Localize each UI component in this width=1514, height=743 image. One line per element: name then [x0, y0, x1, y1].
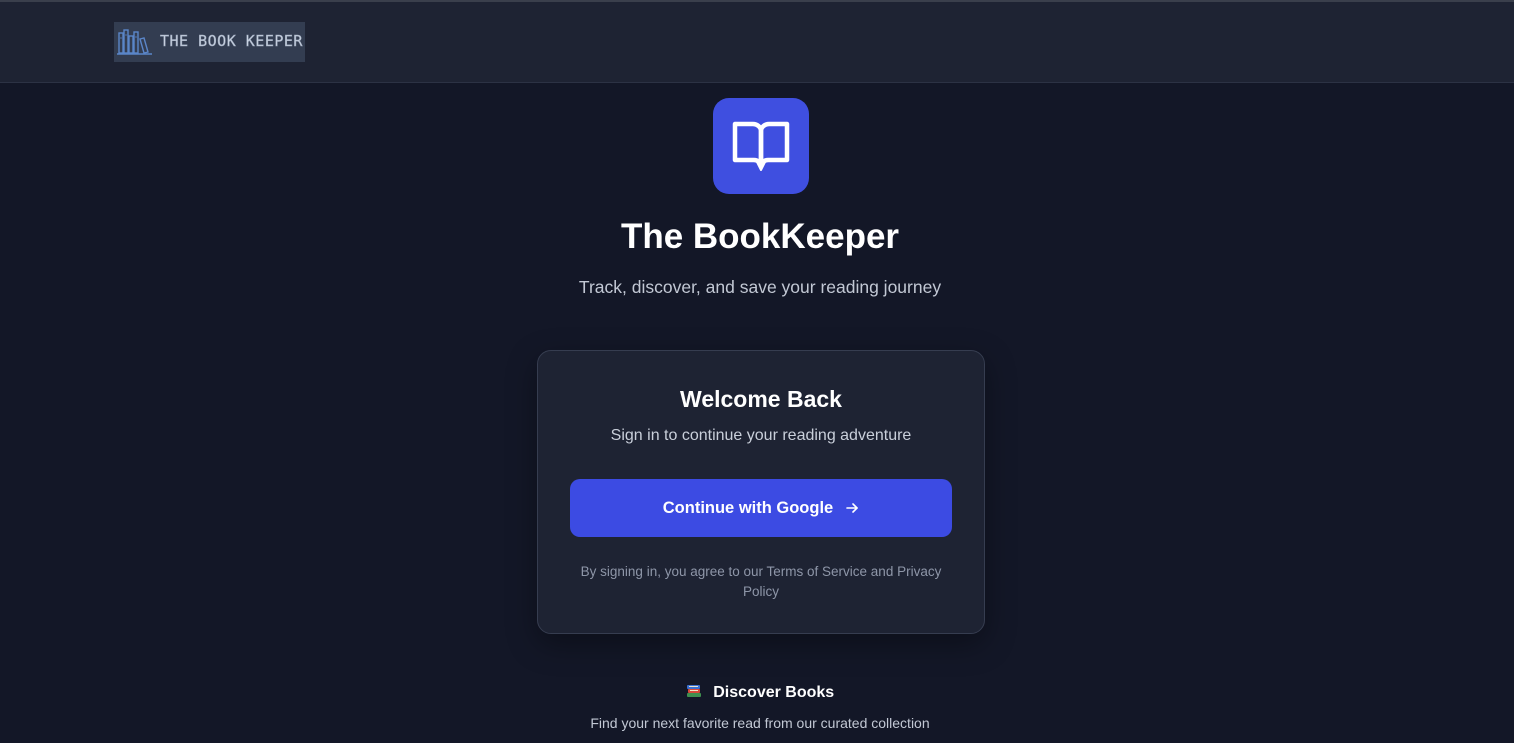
card-title: Welcome Back [680, 386, 842, 412]
site-header: THE BOOK KEEPER [0, 2, 1514, 83]
google-button-label: Continue with Google [662, 498, 834, 517]
page-title: The BookKeeper [620, 217, 900, 256]
logo-text: THE BOOK KEEPER [160, 32, 303, 51]
site-logo[interactable]: THE BOOK KEEPER [114, 22, 305, 62]
sign-in-card: Welcome Back Sign in to continue your re… [537, 350, 985, 634]
discover-subtitle: Find your next favorite read from our cu… [590, 715, 930, 731]
page-subtitle: Track, discover, and save your reading j… [578, 277, 942, 297]
continue-with-google-button[interactable]: Continue with Google [570, 479, 952, 537]
discover-title: Discover Books [713, 684, 835, 701]
bookshelf-icon [117, 29, 152, 55]
legal-notice: By signing in, you agree to our Terms of… [580, 564, 942, 599]
open-book-icon [713, 98, 809, 194]
discover-heading: Discover Books [0, 684, 1514, 702]
arrow-right-icon [846, 503, 859, 513]
books-emoji-icon [686, 685, 701, 697]
card-subtitle: Sign in to continue your reading adventu… [610, 427, 912, 444]
open-book-glyph [732, 121, 790, 171]
